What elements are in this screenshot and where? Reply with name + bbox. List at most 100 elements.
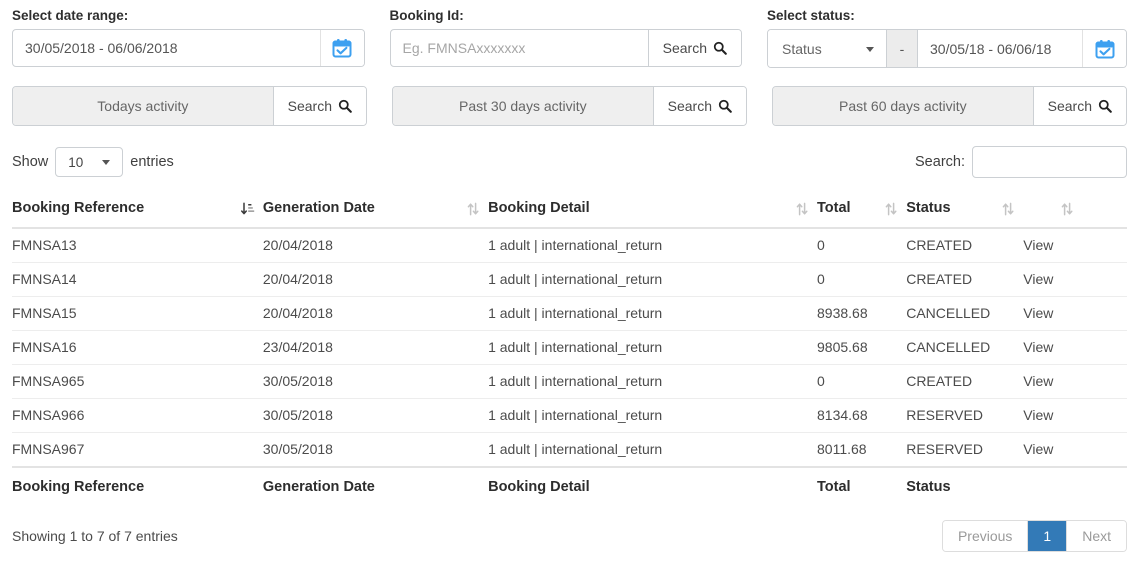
booking-id-search-label: Search [662,40,707,56]
cell-booking-detail: 1 adult | international_return [488,398,818,433]
activity-row: Todays activity Search Past 30 days acti… [12,68,1127,126]
cell-booking-detail: 1 adult | international_return [488,330,818,365]
sort-icon [796,202,808,216]
view-link[interactable]: View [1023,262,1083,297]
bookings-table-foot: Booking Reference Generation Date Bookin… [12,466,1127,504]
th-generation-date[interactable]: Generation Date [262,191,489,229]
booking-id-search-button[interactable]: Search [647,30,741,66]
cell-generation-date: 20/04/2018 [262,262,489,297]
entries-per-page-select[interactable]: 10 [55,147,124,177]
pagination-previous[interactable]: Previous [942,521,1029,551]
table-search-input[interactable] [972,146,1127,178]
tf-actions [1082,466,1127,504]
activity-past-60-search-label: Search [1047,98,1092,114]
pagination: Previous 1 Next [941,520,1127,552]
th-status[interactable]: Status [906,191,1024,229]
table-row: FMNSA13 20/04/2018 1 adult | internation… [12,228,1127,263]
cell-total: 0 [817,364,907,399]
view-link[interactable]: View [1023,296,1083,331]
activity-past-30-group: Past 30 days activity Search [392,86,747,126]
activity-today-search-label: Search [287,98,332,114]
table-row: FMNSA967 30/05/2018 1 adult | internatio… [12,432,1127,468]
tf-booking-reference: Booking Reference [12,466,263,504]
th-generation-date-label: Generation Date [262,200,375,216]
th-booking-detail-label: Booking Detail [488,200,590,216]
pagination-page-1[interactable]: 1 [1028,521,1068,551]
search-icon [718,99,732,113]
activity-past-60-search-button[interactable]: Search [1032,87,1126,125]
booking-id-input-group: Search [389,29,742,67]
status-select[interactable]: Status [768,30,886,67]
table-row: FMNSA966 30/05/2018 1 adult | internatio… [12,398,1127,433]
table-row: FMNSA965 30/05/2018 1 adult | internatio… [12,364,1127,399]
pagination-next[interactable]: Next [1067,521,1126,551]
filters-row: Select date range: Booking Id: [12,0,1127,68]
view-link[interactable]: View [1023,432,1083,468]
filter-booking-id-label: Booking Id: [389,8,464,23]
sort-amount-down-icon [240,202,255,215]
entries-per-page-value: 10 [68,154,84,170]
cell-status: CREATED [906,262,1024,297]
table-controls: Show 10 entries Search: [12,126,1127,178]
activity-past-60-label: Past 60 days activity [773,87,1033,125]
table-row: FMNSA14 20/04/2018 1 adult | internation… [12,262,1127,297]
th-total[interactable]: Total [817,191,907,229]
filter-status: Select status: Status - [767,8,1127,68]
cell-booking-reference: FMNSA16 [12,330,263,365]
view-link[interactable]: View [1023,330,1083,365]
th-booking-detail[interactable]: Booking Detail [488,191,818,229]
filter-date-range-label: Select date range: [12,8,129,23]
tf-total: Total [817,466,907,504]
show-entries-control: Show 10 entries [12,147,174,177]
table-row: FMNSA16 23/04/2018 1 adult | internation… [12,330,1127,365]
th-booking-reference-label: Booking Reference [12,200,145,216]
cell-booking-reference: FMNSA966 [12,398,263,433]
cell-total: 0 [817,228,907,263]
cell-total: 0 [817,262,907,297]
cell-total: 8134.68 [817,398,907,433]
view-link[interactable]: View [1023,398,1083,433]
cell-actions [1082,228,1127,263]
search-icon [713,41,727,55]
date-range-input-group[interactable] [12,29,365,67]
view-link[interactable]: View [1023,364,1083,399]
tf-view [1023,466,1083,504]
calendar-check-icon[interactable] [319,30,364,66]
status-select-value: Status [782,40,822,57]
th-booking-reference[interactable]: Booking Reference [12,191,263,229]
cell-generation-date: 20/04/2018 [262,296,489,331]
table-search-filter: Search: [915,146,1127,178]
filter-status-label: Select status: [767,8,855,23]
cell-generation-date: 23/04/2018 [262,330,489,365]
cell-booking-detail: 1 adult | international_return [488,228,818,263]
cell-booking-reference: FMNSA965 [12,364,263,399]
show-entries-prefix: Show [12,154,49,170]
activity-past-30-search-button[interactable]: Search [652,87,746,125]
th-view[interactable] [1023,191,1083,229]
table-header-row: Booking Reference Generation Date Bookin… [12,191,1127,229]
cell-actions [1082,296,1127,331]
th-actions[interactable] [1082,191,1127,229]
cell-booking-detail: 1 adult | international_return [488,432,818,468]
activity-today: Todays activity Search [12,86,367,126]
date-range-input[interactable] [13,30,320,66]
th-total-label: Total [817,200,851,216]
bookings-table-head: Booking Reference Generation Date Bookin… [12,191,1127,229]
cell-total: 8011.68 [817,432,907,468]
activity-today-group: Todays activity Search [12,86,367,126]
tf-status: Status [906,466,1024,504]
cell-status: CREATED [906,364,1024,399]
th-status-label: Status [906,200,951,216]
booking-id-input[interactable] [390,30,648,66]
calendar-check-icon[interactable] [1082,30,1126,67]
table-footer: Showing 1 to 7 of 7 entries Previous 1 N… [12,504,1127,552]
status-date-range-input[interactable] [918,30,1082,67]
view-link[interactable]: View [1023,228,1083,263]
activity-today-search-button[interactable]: Search [272,87,366,125]
table-search-label: Search: [915,154,965,170]
activity-past-60-group: Past 60 days activity Search [772,86,1127,126]
chevron-down-icon [102,160,111,165]
booking-dashboard: Select date range: Booking Id: [0,0,1139,552]
activity-today-label: Todays activity [13,87,273,125]
cell-generation-date: 30/05/2018 [262,398,489,433]
